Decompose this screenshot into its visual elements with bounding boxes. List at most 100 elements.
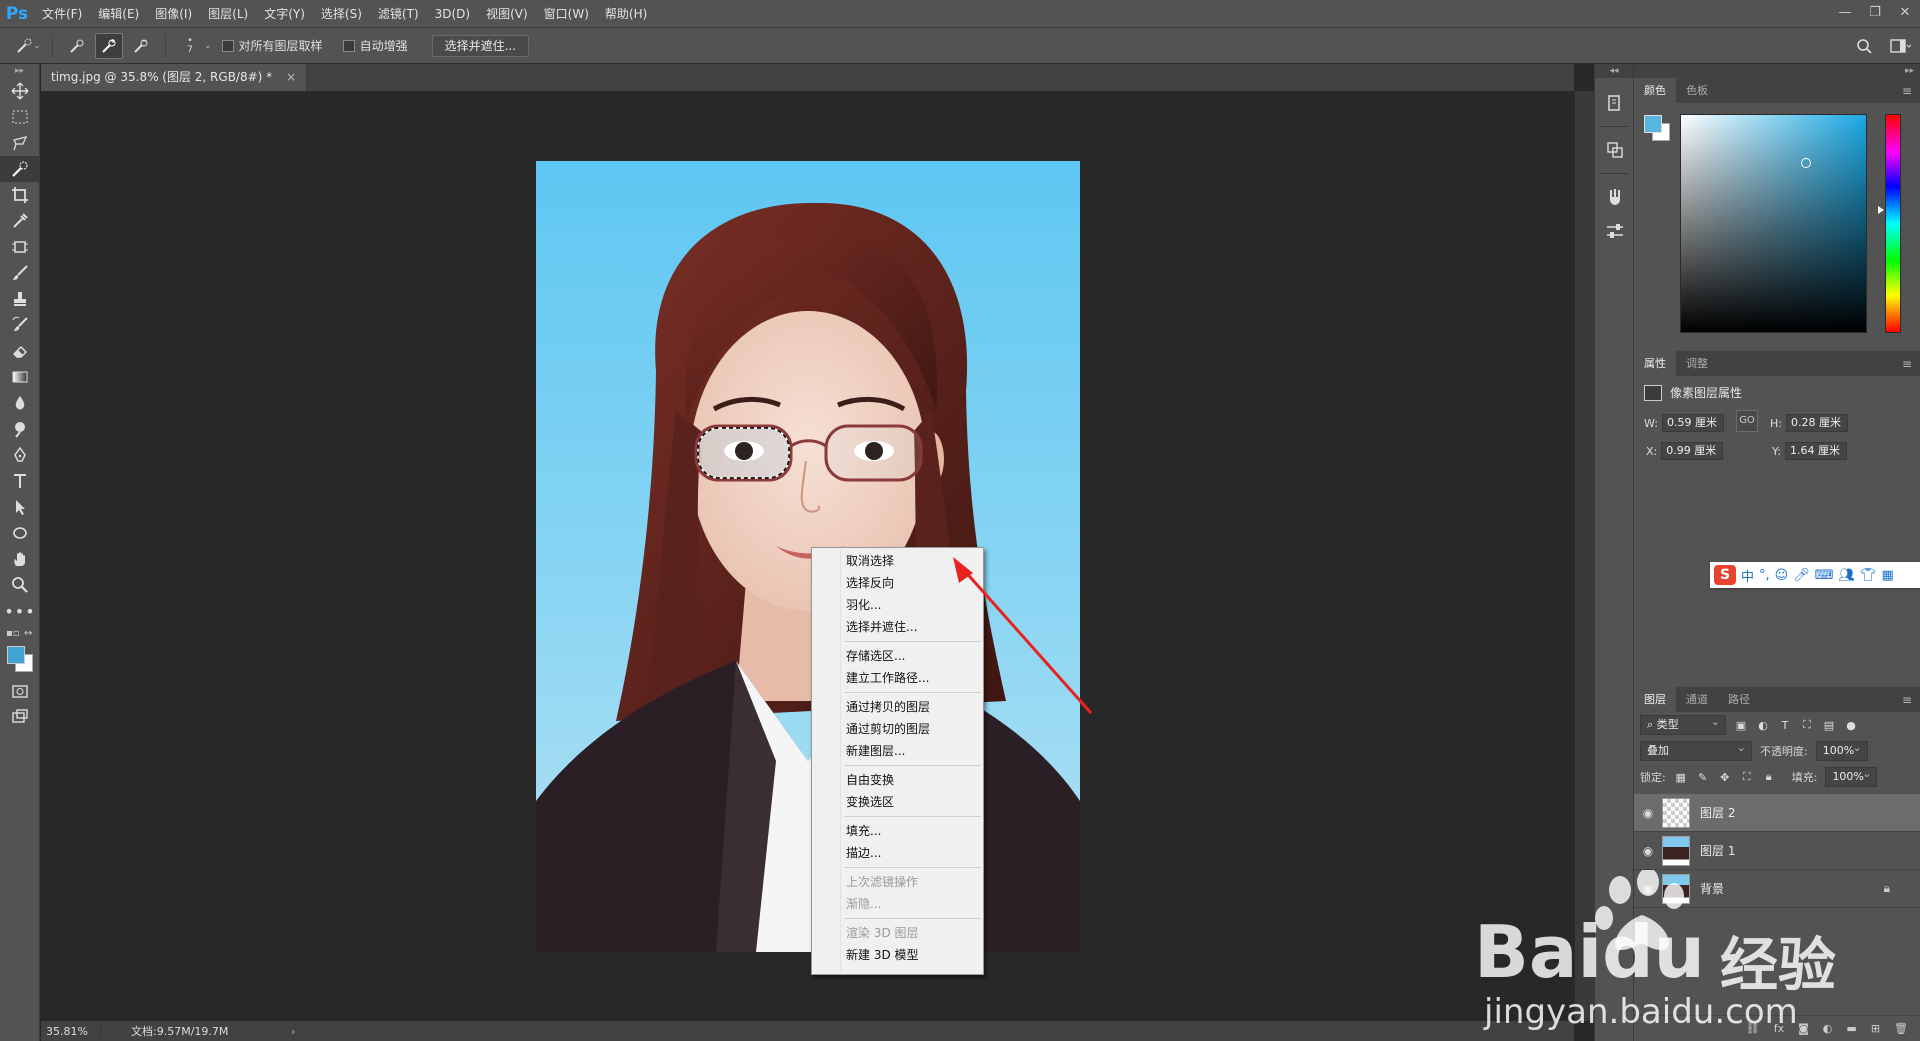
filter-shape-icon[interactable]: ⛶ (1800, 718, 1814, 732)
skin-icon[interactable]: 👕︎ (1860, 568, 1877, 583)
clone-source-button[interactable] (1595, 133, 1635, 167)
lock-position-icon[interactable]: ✥ (1718, 771, 1732, 784)
menu-item-file[interactable]: 文件(F) (34, 0, 90, 28)
default-colors-icon[interactable]: ▪▫ (6, 628, 20, 639)
new-layer-icon[interactable]: ⊞ (1871, 1022, 1880, 1035)
zoom-tool[interactable] (0, 572, 40, 598)
x-input[interactable]: 0.99 厘米 (1661, 442, 1724, 460)
new-group-icon[interactable]: ▬ (1846, 1022, 1856, 1035)
filter-toggle-icon[interactable]: ● (1844, 719, 1858, 732)
shape-tool[interactable] (0, 520, 40, 546)
minimize-button[interactable]: — (1830, 0, 1860, 24)
quick-mask-button[interactable] (0, 678, 40, 704)
menu-item-stroke[interactable]: 描边... (812, 842, 983, 864)
frame-tool[interactable] (0, 234, 40, 260)
color-picker-marker[interactable] (1801, 158, 1811, 168)
tab-properties[interactable]: 属性 (1634, 351, 1676, 376)
filter-adjustment-icon[interactable]: ◐ (1756, 719, 1770, 732)
panel-menu-icon[interactable]: ≡ (1902, 693, 1912, 707)
vertical-scrollbar[interactable] (1574, 91, 1594, 1021)
workspace-icon[interactable] (1890, 38, 1912, 54)
hand-tool[interactable] (0, 546, 40, 572)
add-to-selection-button[interactable] (95, 32, 123, 59)
emoji-icon[interactable]: ☺ (1775, 568, 1789, 583)
blend-mode-select[interactable]: 叠加 (1640, 739, 1752, 761)
link-layers-icon[interactable]: ⛓ (1746, 1022, 1760, 1035)
stamp-tool[interactable] (0, 286, 40, 312)
add-mask-icon[interactable]: ◙ (1798, 1022, 1809, 1035)
path-selection-tool[interactable] (0, 494, 40, 520)
brush-size-picker[interactable]: • 7 (176, 33, 204, 59)
adjustments-button[interactable] (1595, 214, 1635, 248)
microphone-icon[interactable]: 🎤︎ (1793, 568, 1810, 583)
ime-toolbar[interactable]: S 中 °, ☺ 🎤︎ ⌨ 👥︎ 👕︎ ▦ (1710, 562, 1920, 588)
adjustment-layer-icon[interactable]: ◐ (1823, 1022, 1833, 1035)
fill-input[interactable]: 100% (1825, 765, 1878, 787)
eraser-tool[interactable] (0, 338, 40, 364)
punctuation-icon[interactable]: °, (1759, 568, 1770, 583)
sample-all-layers-option[interactable]: 对所有图层取样 (221, 37, 323, 54)
status-menu-arrow[interactable]: › (291, 1025, 295, 1038)
filter-type-icon[interactable]: T (1778, 719, 1792, 732)
tab-swatches[interactable]: 色板 (1676, 78, 1718, 103)
menu-item-edit[interactable]: 编辑(E) (90, 0, 147, 28)
sample-all-layers-checkbox[interactable] (221, 39, 234, 52)
user-icon[interactable]: 👥︎ (1839, 568, 1856, 583)
hue-slider-handle[interactable] (1878, 206, 1884, 214)
opacity-input[interactable]: 100% (1815, 739, 1868, 761)
tab-layers[interactable]: 图层 (1634, 687, 1676, 712)
eyedropper-tool[interactable] (0, 208, 40, 234)
zoom-level[interactable]: 35.81% (41, 1024, 101, 1038)
select-and-mask-button[interactable]: 选择并遮住... (431, 34, 530, 57)
lock-all-icon[interactable]: 🔒︎ (1762, 770, 1776, 784)
layer-row[interactable]: ◉ 图层 2 (1634, 794, 1920, 832)
menu-item-new-layer[interactable]: 新建图层... (812, 740, 983, 762)
menu-item-transform-selection[interactable]: 变换选区 (812, 791, 983, 813)
link-dimensions-button[interactable]: GO (1736, 410, 1758, 432)
menu-item-layer[interactable]: 图层(L) (200, 0, 256, 28)
screen-mode-button[interactable] (0, 704, 40, 730)
visibility-eye-icon[interactable]: ◉ (1634, 844, 1662, 858)
visibility-eye-icon[interactable]: ◉ (1634, 806, 1662, 820)
collapse-icon[interactable]: ◂◂ (1595, 64, 1633, 78)
menu-item-window[interactable]: 窗口(W) (536, 0, 597, 28)
menu-item-3d[interactable]: 3D(D) (427, 0, 478, 28)
collapse-icon[interactable]: ▸▸ (0, 64, 39, 78)
color-swatches[interactable]: ▪▫ ↔ (0, 624, 40, 678)
type-tool[interactable] (0, 468, 40, 494)
dodge-tool[interactable] (0, 416, 40, 442)
move-tool[interactable] (0, 78, 40, 104)
lock-artboard-icon[interactable]: ⛶ (1740, 770, 1754, 784)
collapse-icon[interactable]: ▸▸ (1634, 64, 1920, 78)
close-button[interactable]: ✕ (1890, 0, 1920, 24)
lasso-tool[interactable] (0, 130, 40, 156)
foreground-color-swatch[interactable] (1644, 115, 1662, 133)
ime-mode[interactable]: 中 (1741, 566, 1754, 585)
new-selection-button[interactable] (63, 33, 91, 59)
canvas-area[interactable]: 取消选择 选择反向 羽化... 选择并遮住... 存储选区... 建立工作路径.… (41, 91, 1574, 1021)
tool-preset-picker[interactable]: ⌄ (14, 33, 42, 59)
crop-tool[interactable] (0, 182, 40, 208)
fx-icon[interactable]: fx (1774, 1022, 1784, 1035)
edit-toolbar-button[interactable]: ••• (0, 598, 40, 624)
menu-item-image[interactable]: 图像(I) (147, 0, 200, 28)
menu-item-layer-via-cut[interactable]: 通过剪切的图层 (812, 718, 983, 740)
panel-menu-icon[interactable]: ≡ (1902, 84, 1912, 98)
layer-row[interactable]: ◉ 背景 🔒︎ (1634, 870, 1920, 908)
foreground-color-swatch[interactable] (7, 646, 25, 664)
lock-pixels-icon[interactable]: ✎ (1696, 771, 1710, 784)
menu-item-filter[interactable]: 滤镜(T) (370, 0, 427, 28)
blur-tool[interactable] (0, 390, 40, 416)
search-icon[interactable] (1856, 38, 1872, 54)
menu-item-type[interactable]: 文字(Y) (256, 0, 313, 28)
menu-item-new-3d-model[interactable]: 新建 3D 模型 (812, 944, 983, 966)
brush-presets-button[interactable] (1595, 180, 1635, 214)
width-input[interactable]: 0.59 厘米 (1661, 414, 1724, 432)
lock-transparent-icon[interactable]: ▦ (1674, 771, 1688, 784)
marquee-tool[interactable] (0, 104, 40, 130)
visibility-eye-icon[interactable]: ◉ (1634, 882, 1662, 896)
gradient-tool[interactable] (0, 364, 40, 390)
hue-slider[interactable] (1885, 114, 1901, 333)
menu-item-free-transform[interactable]: 自由变换 (812, 769, 983, 791)
menu-item-select[interactable]: 选择(S) (313, 0, 370, 28)
